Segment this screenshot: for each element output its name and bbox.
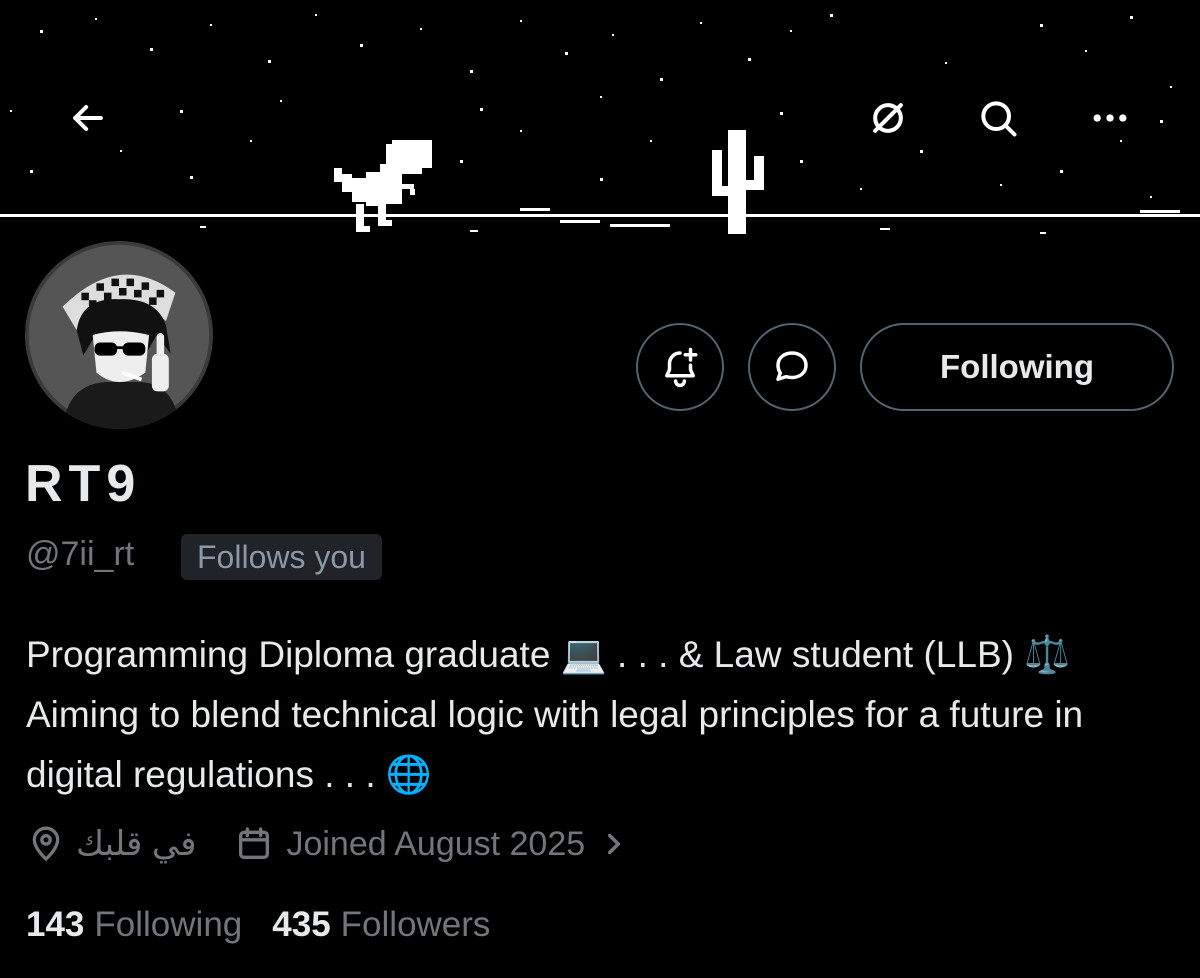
grok-slash-icon bbox=[873, 103, 903, 133]
message-button[interactable] bbox=[748, 323, 836, 411]
more-options-button[interactable] bbox=[1078, 86, 1142, 150]
profile-banner[interactable] bbox=[0, 0, 1200, 290]
arrow-left-icon bbox=[73, 104, 103, 132]
location-text: في قلبك bbox=[76, 825, 197, 863]
joined-date: Joined August 2025 bbox=[286, 824, 586, 863]
following-count: 143 bbox=[26, 905, 85, 944]
search-icon bbox=[981, 101, 1017, 137]
follows-you-badge: Follows you bbox=[181, 534, 382, 580]
message-bubble-icon bbox=[776, 351, 808, 381]
display-name: RT9 bbox=[25, 455, 142, 513]
calendar-icon bbox=[234, 824, 274, 864]
profile-meta: في قلبك Joined August 2025 bbox=[26, 818, 627, 870]
followers-count-link[interactable]: 435 Followers bbox=[272, 905, 490, 945]
grok-button[interactable] bbox=[856, 86, 920, 150]
avatar-illustration bbox=[25, 241, 213, 429]
avatar[interactable] bbox=[21, 237, 217, 433]
location-pin-icon bbox=[26, 824, 66, 864]
following-label: Following bbox=[94, 905, 243, 944]
followers-label: Followers bbox=[340, 905, 491, 944]
bell-plus-icon bbox=[665, 347, 698, 388]
back-button[interactable] bbox=[56, 86, 120, 150]
notifications-button[interactable] bbox=[636, 323, 724, 411]
more-horizontal-icon bbox=[1093, 114, 1127, 122]
chevron-right-icon[interactable] bbox=[601, 827, 627, 861]
following-count-link[interactable]: 143 Following bbox=[26, 905, 242, 945]
follow-stats: 143 Following 435 Followers bbox=[26, 900, 520, 950]
user-handle: @7ii_rt bbox=[26, 535, 135, 573]
search-button[interactable] bbox=[966, 86, 1030, 150]
bio-text: Programming Diploma graduate 💻 . . . & L… bbox=[26, 634, 1084, 795]
followers-count: 435 bbox=[272, 905, 331, 944]
following-button[interactable]: Following bbox=[860, 323, 1174, 411]
